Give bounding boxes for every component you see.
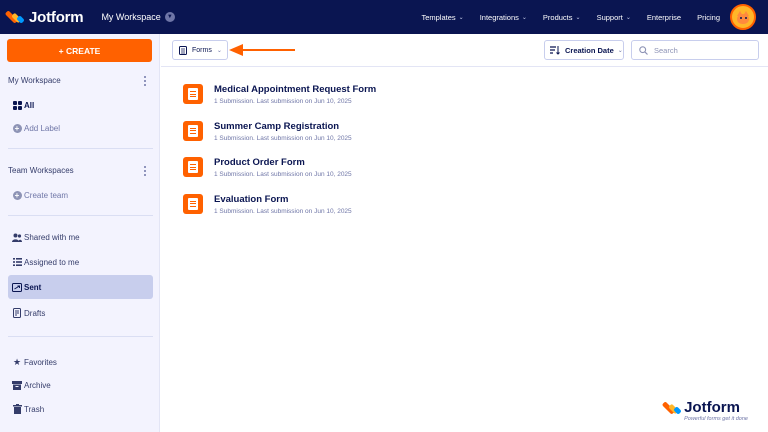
nav-pricing[interactable]: Pricing — [697, 13, 720, 22]
sidebar-item-all[interactable]: All — [8, 93, 153, 117]
sort-label: Creation Date — [565, 45, 614, 55]
archive-label: Archive — [24, 380, 51, 390]
form-list-item[interactable]: Summer Camp Registration 1 Submission. L… — [181, 119, 741, 156]
form-title[interactable]: Medical Appointment Request Form — [214, 84, 376, 95]
sidebar-item-archive[interactable]: Archive — [8, 373, 153, 397]
plus-circle-icon: + — [12, 123, 22, 133]
nav-products[interactable]: Products ⌄ — [543, 13, 581, 22]
chevron-down-icon: ⌄ — [625, 14, 631, 21]
chevron-down-icon: ⌄ — [617, 47, 623, 54]
nav-pricing-label: Pricing — [697, 12, 720, 22]
nav-products-label: Products — [542, 12, 573, 22]
trash-icon — [12, 404, 22, 414]
watermark-name: Jotform — [684, 399, 740, 416]
nav-templates-label: Templates — [421, 12, 456, 22]
nav-enterprise[interactable]: Enterprise — [647, 13, 681, 22]
sidebar-item-shared-with-me[interactable]: Shared with me — [8, 225, 153, 249]
nav-support[interactable]: Support ⌄ — [597, 13, 631, 22]
form-list-item[interactable]: Product Order Form 1 Submission. Last su… — [181, 155, 741, 192]
grid-icon — [12, 100, 22, 110]
brand-logo-link[interactable]: Jotform — [4, 8, 84, 26]
chevron-down-icon: ⌄ — [458, 14, 464, 21]
chevron-down-icon: ⌄ — [216, 47, 222, 54]
watermark-tagline: Powerful forms get it done — [684, 416, 748, 422]
sort-dropdown[interactable]: Creation Date ⌄ — [544, 40, 624, 60]
form-submission-meta: 1 Submission. Last submission on Jun 10,… — [214, 171, 352, 178]
form-document-icon — [183, 157, 203, 177]
sidebar: + CREATE My Workspace All + Add Label Te… — [0, 34, 160, 432]
team-workspaces-heading: Team Workspaces — [8, 166, 74, 175]
main-nav: Templates ⌄ Integrations ⌄ Products ⌄ Suppo… — [405, 0, 720, 34]
form-submission-meta: 1 Submission. Last submission on Jun 10,… — [214, 98, 352, 105]
shared-with-me-label: Shared with me — [24, 232, 80, 242]
sidebar-item-all-label: All — [24, 100, 35, 110]
divider — [8, 215, 153, 216]
sidebar-item-sent[interactable]: Sent — [8, 275, 153, 299]
form-submission-meta: 1 Submission. Last submission on Jun 10,… — [214, 134, 352, 142]
form-submission-meta: 1 Submission. Last submission on Jun 10,… — [214, 207, 352, 215]
star-icon: ★ — [12, 356, 22, 367]
sidebar-item-drafts[interactable]: Drafts — [8, 301, 153, 325]
brand-name: Jotform — [29, 8, 84, 26]
sidebar-item-add-label[interactable]: + Add Label — [8, 116, 153, 140]
favorites-label: Favorites — [24, 357, 57, 367]
form-list-item[interactable]: Evaluation Form 1 Submission. Last submi… — [181, 192, 741, 229]
sidebar-item-create-team[interactable]: + Create team — [8, 183, 153, 207]
create-button[interactable]: + CREATE — [7, 39, 152, 62]
form-list-item[interactable]: Medical Appointment Request Form 1 Submi… — [181, 82, 741, 119]
assigned-to-me-label: Assigned to me — [24, 257, 80, 267]
archive-box-icon — [12, 380, 22, 390]
forms-filter-label: Forms — [192, 46, 212, 54]
list-icon — [12, 257, 22, 267]
draft-document-icon — [12, 308, 22, 318]
divider — [8, 148, 153, 149]
nav-support-label: Support — [596, 12, 623, 22]
sidebar-item-favorites[interactable]: ★ Favorites — [8, 350, 153, 374]
sent-label: Sent — [24, 282, 42, 292]
add-label-text: Add Label — [24, 123, 61, 133]
my-workspace-heading: My Workspace — [8, 76, 61, 85]
annotation-arrow-icon — [229, 44, 295, 56]
sort-icon — [550, 45, 560, 55]
create-team-label: Create team — [24, 190, 69, 200]
sidebar-item-trash[interactable]: Trash — [8, 397, 153, 421]
jotform-logo-icon — [661, 400, 682, 416]
my-workspace-more-icon[interactable] — [143, 76, 146, 86]
forms-filter-dropdown[interactable]: Forms ⌄ — [172, 40, 228, 60]
users-icon — [12, 232, 22, 242]
trash-label: Trash — [24, 404, 45, 414]
jotform-watermark: Jotform Powerful forms get it done — [661, 399, 748, 422]
drafts-label: Drafts — [24, 308, 46, 318]
search-input[interactable] — [654, 45, 754, 55]
form-document-icon — [183, 84, 203, 104]
chevron-down-icon: ⌄ — [575, 14, 581, 21]
nav-templates[interactable]: Templates ⌄ — [421, 13, 463, 22]
form-title[interactable]: Product Order Form — [214, 157, 305, 168]
team-workspaces-more-icon[interactable] — [143, 166, 146, 176]
top-navigation-bar: Jotform My Workspace ▼ Templates ⌄ Integr… — [0, 0, 768, 34]
plus-circle-icon: + — [12, 190, 22, 200]
jotform-logo-icon — [4, 9, 25, 25]
form-document-icon — [179, 45, 187, 55]
list-toolbar: Forms ⌄ Creation Date ⌄ — [161, 34, 768, 67]
divider — [8, 336, 153, 337]
nav-enterprise-label: Enterprise — [646, 12, 682, 22]
user-avatar[interactable] — [730, 4, 756, 30]
form-title[interactable]: Summer Camp Registration — [214, 121, 339, 132]
workspace-switcher[interactable]: My Workspace ▼ — [101, 12, 175, 22]
form-document-icon — [183, 120, 203, 141]
nav-integrations-label: Integrations — [479, 12, 519, 22]
workspace-label: My Workspace — [101, 12, 161, 22]
form-document-icon — [183, 193, 203, 214]
search-box — [631, 40, 759, 60]
sidebar-item-assigned-to-me[interactable]: Assigned to me — [8, 250, 153, 274]
form-title[interactable]: Evaluation Form — [214, 194, 288, 205]
search-icon — [639, 45, 648, 55]
nav-integrations[interactable]: Integrations ⌄ — [480, 13, 527, 22]
forms-list: Medical Appointment Request Form 1 Submi… — [181, 82, 741, 228]
chevron-down-icon: ⌄ — [521, 14, 527, 21]
sent-icon — [12, 282, 22, 292]
chevron-down-icon: ▼ — [164, 12, 175, 22]
